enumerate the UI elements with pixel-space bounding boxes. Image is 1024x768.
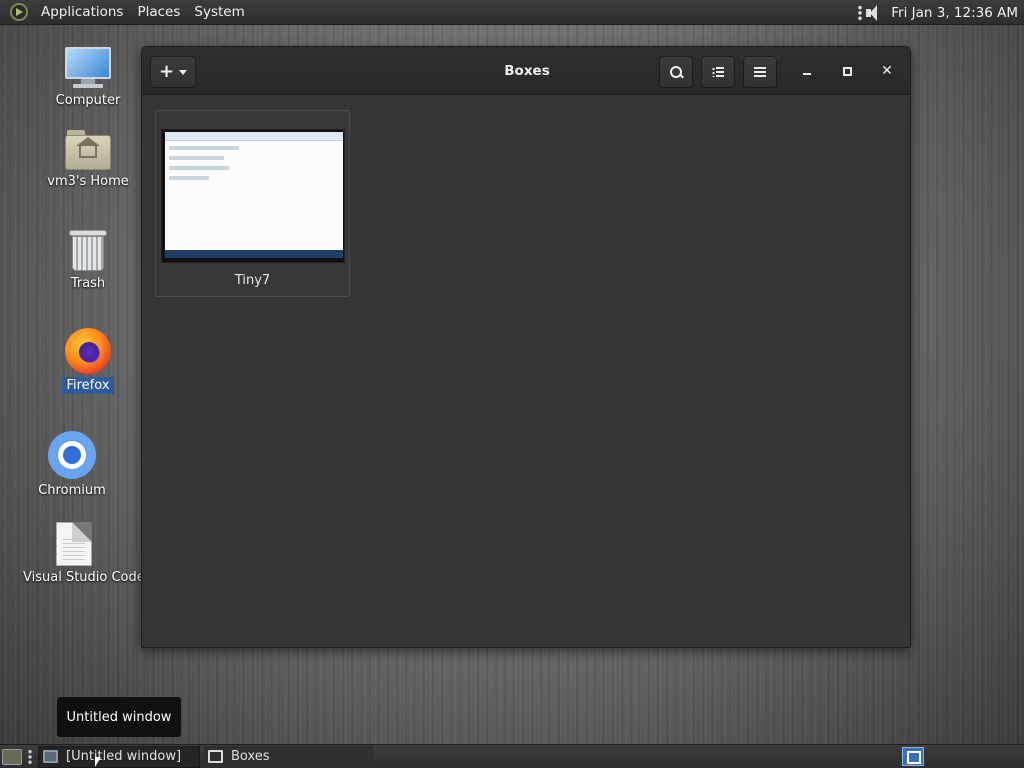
list-view-icon: [712, 67, 724, 77]
desktop-icon-label: Chromium: [38, 483, 106, 498]
system-tray: Fri Jan 3, 12:36 AM: [858, 0, 1018, 25]
vm-card[interactable]: Tiny7: [155, 110, 350, 297]
hamburger-menu-icon: [754, 67, 766, 77]
list-view-button[interactable]: [701, 56, 735, 88]
desktop-icon-chromium[interactable]: Chromium: [17, 431, 127, 499]
desktop-icon-home[interactable]: vm3's Home: [33, 130, 143, 190]
bottom-panel: [Untitled window] Boxes: [0, 744, 1024, 768]
document-icon: [56, 522, 92, 566]
desktop-icon-label: Firefox: [62, 377, 114, 394]
maximize-icon: [842, 66, 852, 76]
home-folder-icon: [65, 130, 111, 170]
boxes-window: + Boxes ✕ Tiny7: [141, 46, 911, 648]
desktop-icon-trash[interactable]: Trash: [33, 228, 143, 292]
clock[interactable]: Fri Jan 3, 12:36 AM: [891, 5, 1018, 21]
close-button[interactable]: ✕: [877, 61, 897, 81]
taskbar-item-label: [Untitled window]: [66, 749, 182, 764]
computer-icon: [65, 47, 111, 89]
vm-thumbnail: [161, 129, 345, 263]
menu-places[interactable]: Places: [130, 4, 187, 20]
desktop-icon-label: Visual Studio Code: [23, 570, 145, 585]
taskbar-tooltip: Untitled window: [57, 697, 181, 737]
headerbar: + Boxes ✕: [142, 47, 910, 95]
maximize-button[interactable]: [837, 61, 857, 81]
firefox-icon: [65, 328, 111, 374]
top-panel: Applications Places System Fri Jan 3, 12…: [0, 0, 1024, 25]
menu-applications[interactable]: Applications: [34, 4, 130, 20]
desktop-icon-firefox[interactable]: Firefox: [33, 328, 143, 394]
desktop-icon-label: Computer: [55, 93, 121, 108]
window-title: Boxes: [504, 63, 550, 79]
minimize-button[interactable]: [797, 61, 817, 81]
taskbar-item-boxes[interactable]: Boxes: [204, 745, 374, 768]
main-menu-button[interactable]: [743, 56, 777, 88]
desktop-icon-vscode[interactable]: Visual Studio Code: [19, 522, 145, 586]
trash-icon: [69, 228, 107, 272]
volume-icon[interactable]: [866, 4, 882, 22]
panel-handle-icon[interactable]: [28, 748, 32, 765]
plus-icon: +: [158, 61, 175, 82]
machines-grid: Tiny7: [142, 95, 910, 647]
chevron-down-icon: [179, 69, 188, 75]
search-button[interactable]: [659, 56, 693, 88]
workspace-switcher[interactable]: [902, 747, 924, 766]
desktop-icon-computer[interactable]: Computer: [33, 47, 143, 109]
menu-system[interactable]: System: [187, 4, 251, 20]
minimize-icon: [803, 73, 811, 75]
boxes-icon: [208, 750, 223, 763]
window-icon: [43, 750, 58, 763]
desktop-icon-label: vm3's Home: [47, 174, 129, 189]
taskbar-item-untitled[interactable]: [Untitled window]: [38, 745, 200, 768]
vm-name: Tiny7: [234, 273, 271, 288]
chromium-icon: [48, 431, 96, 479]
search-icon: [669, 65, 683, 79]
applications-logo-icon[interactable]: [10, 3, 28, 21]
show-desktop-icon[interactable]: [2, 748, 22, 765]
close-icon: ✕: [881, 63, 893, 79]
taskbar-item-label: Boxes: [231, 749, 270, 764]
new-box-button[interactable]: +: [150, 56, 196, 88]
mouse-cursor-icon: [95, 757, 101, 767]
tray-handle-icon: [858, 4, 863, 21]
desktop-icon-label: Trash: [70, 276, 106, 291]
